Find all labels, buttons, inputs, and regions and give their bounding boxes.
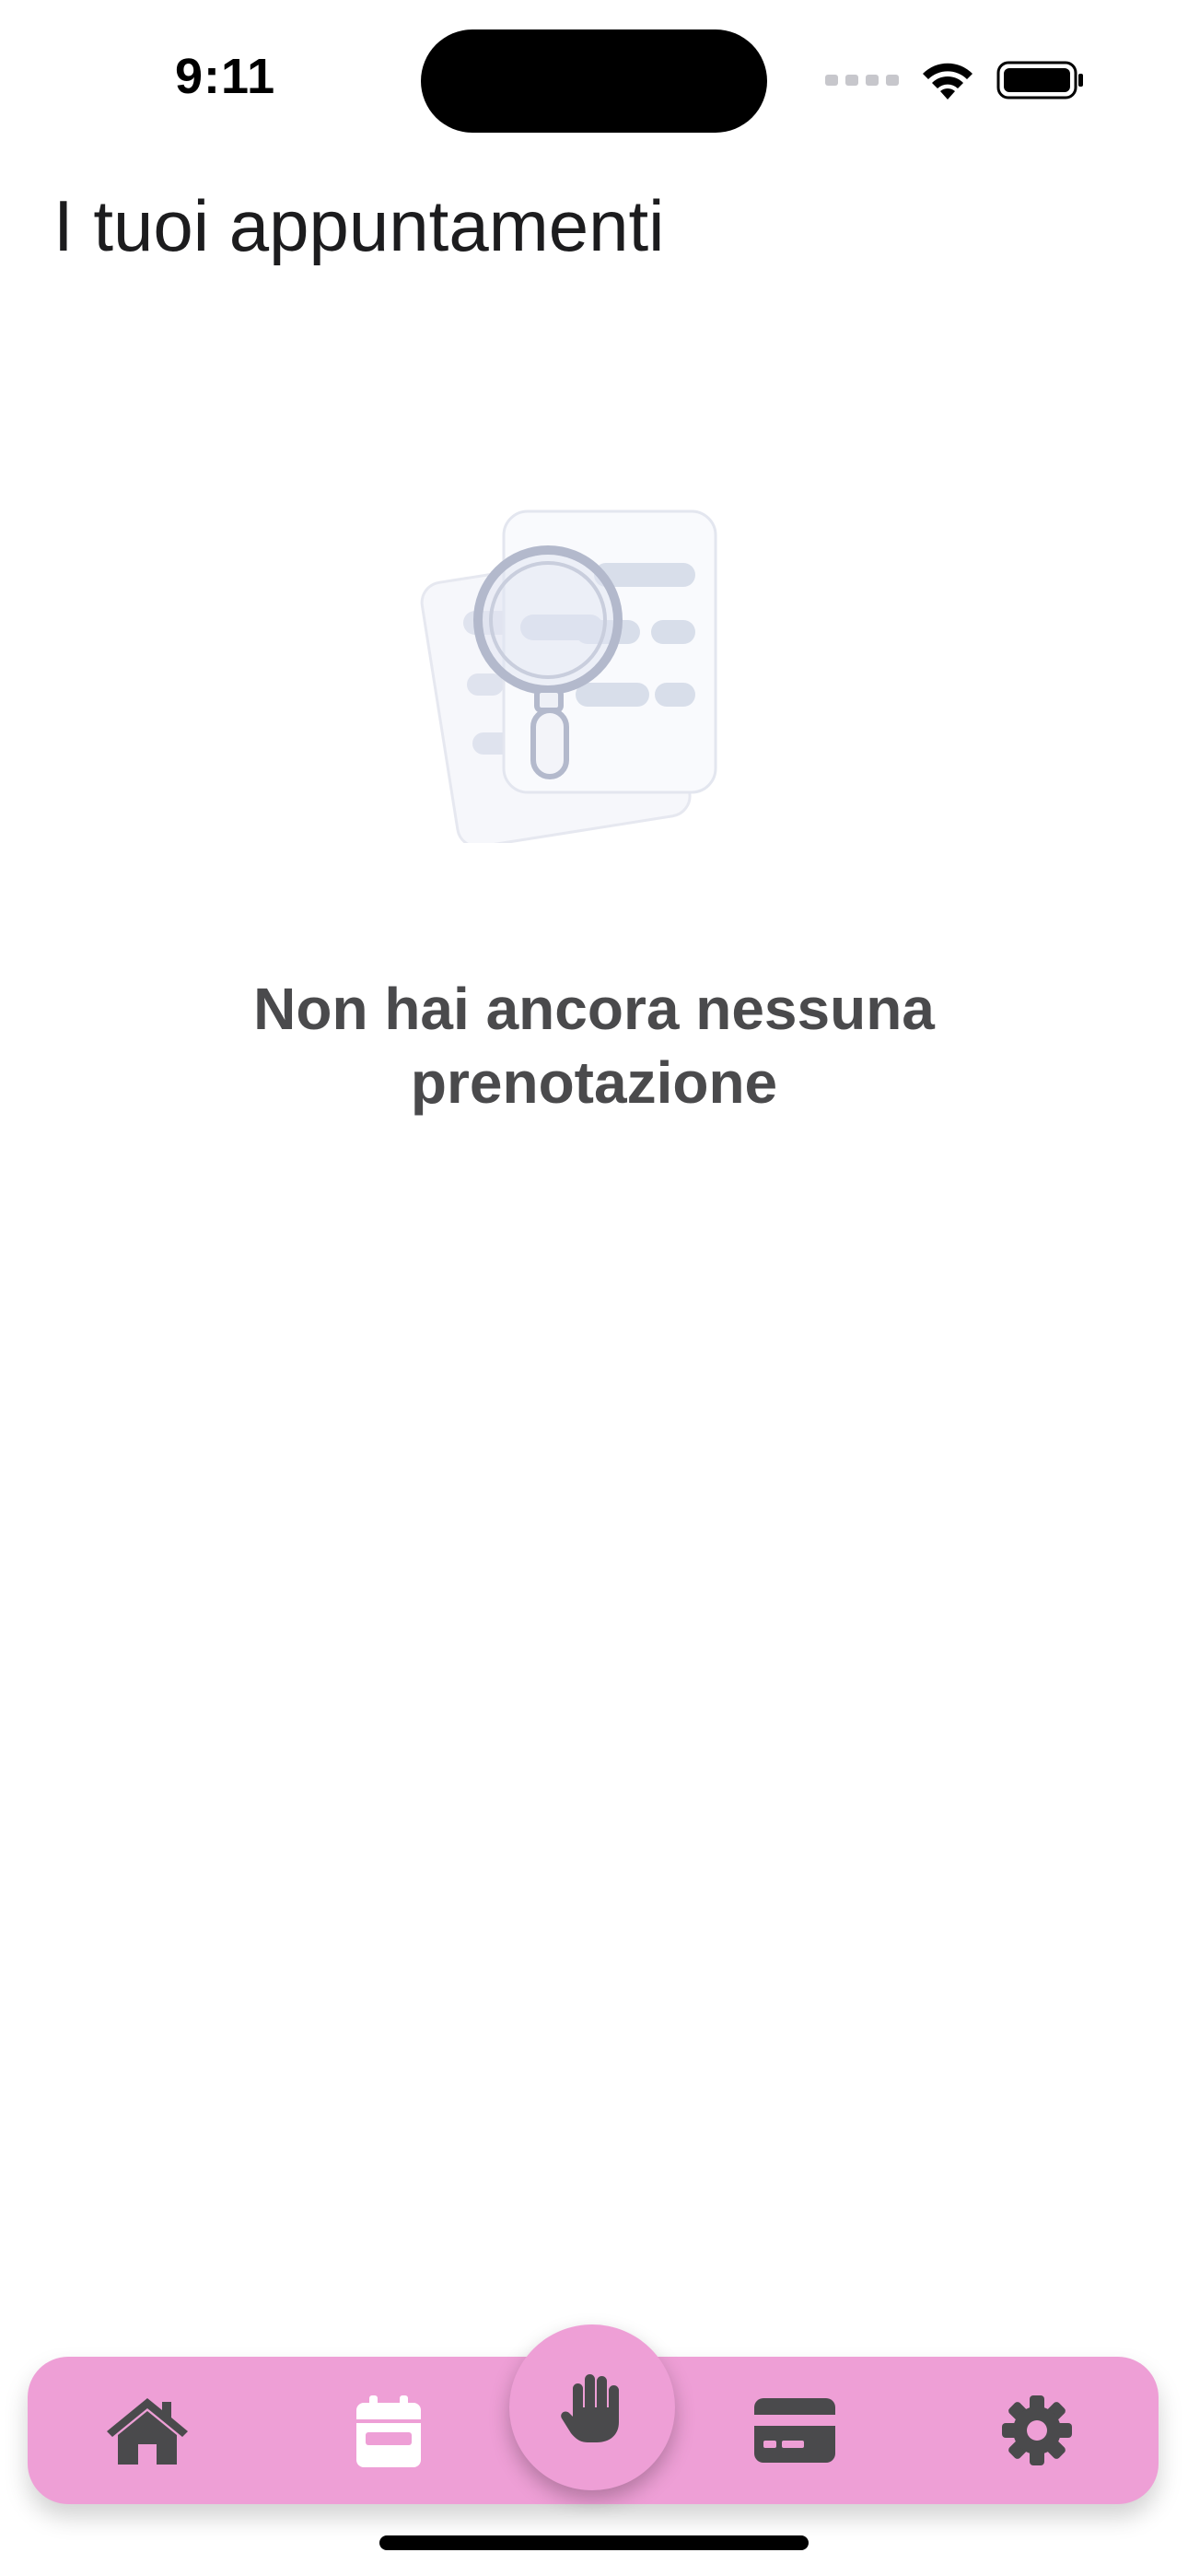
credit-card-icon — [754, 2398, 835, 2463]
calendar-icon — [356, 2395, 421, 2467]
screen: 9:11 I tuoi appuntamenti Non hai ancora … — [0, 0, 1188, 2576]
status-bar: 9:11 — [0, 0, 1188, 157]
wifi-icon — [923, 63, 973, 100]
battery-icon — [996, 61, 1083, 100]
status-icons — [825, 57, 1085, 103]
home-indicator — [379, 2535, 809, 2550]
cellular-signal-icon — [825, 75, 899, 86]
page-title: I tuoi appuntamenti — [53, 185, 665, 266]
nav-payments-button[interactable] — [721, 2357, 868, 2504]
status-time: 9:11 — [175, 49, 276, 104]
nav-settings-button[interactable] — [963, 2357, 1111, 2504]
hand-icon — [561, 2374, 619, 2442]
nav-center-hand-button[interactable] — [509, 2324, 675, 2490]
home-icon — [107, 2398, 188, 2465]
empty-state-message: Non hai ancora nessuna prenotazione — [253, 976, 935, 1116]
gear-icon — [1002, 2395, 1072, 2465]
nav-calendar-button[interactable] — [315, 2357, 462, 2504]
nav-home-button[interactable] — [74, 2357, 221, 2504]
dynamic-island — [421, 29, 767, 133]
document-search-illustration-icon — [420, 509, 717, 843]
